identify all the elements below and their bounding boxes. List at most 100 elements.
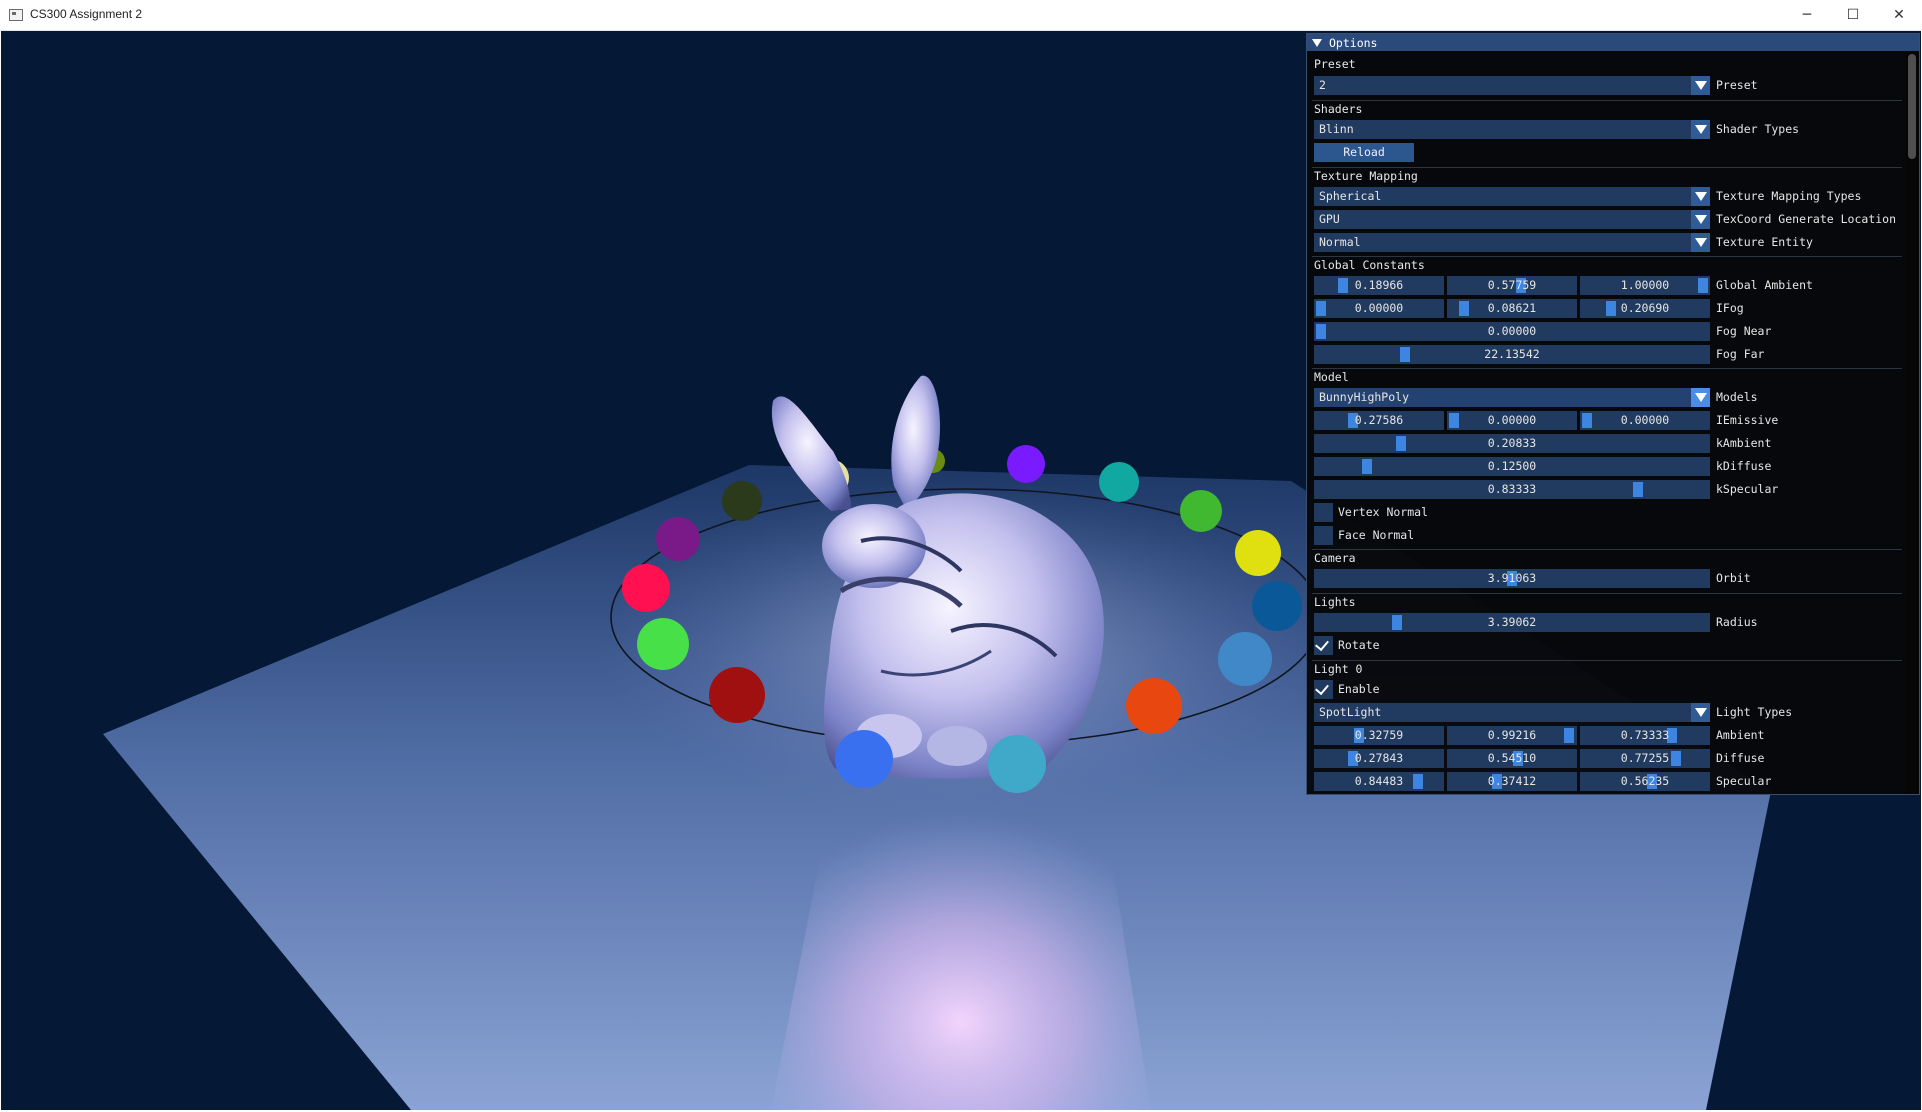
section-model: Model	[1314, 370, 1349, 384]
global-ambient-g-slider[interactable]: 0.57759	[1447, 276, 1577, 295]
enable-checkbox[interactable]	[1314, 680, 1333, 699]
light-diffuse-r-slider[interactable]: 0.27843	[1314, 749, 1444, 768]
chevron-down-icon[interactable]	[1691, 76, 1710, 95]
chevron-down-icon[interactable]	[1691, 388, 1710, 407]
kdiffuse-label: kDiffuse	[1716, 459, 1772, 473]
chevron-down-icon[interactable]	[1691, 187, 1710, 206]
section-light0: Light 0	[1314, 662, 1363, 676]
panel-scrollbar[interactable]	[1905, 51, 1919, 794]
light-diffuse-b-slider[interactable]: 0.77255	[1580, 749, 1710, 768]
iemissive-g-slider[interactable]: 0.00000	[1447, 411, 1577, 430]
light-specular-r-value: 0.84483	[1354, 774, 1404, 788]
ifog-b-slider[interactable]: 0.20690	[1580, 299, 1710, 318]
fog-near-slider[interactable]: 0.00000	[1314, 322, 1710, 341]
collapse-triangle-icon[interactable]	[1312, 38, 1322, 47]
ifog-b-value: 0.20690	[1620, 301, 1670, 315]
chevron-down-icon[interactable]	[1691, 120, 1710, 139]
light-diffuse-b-value: 0.77255	[1620, 751, 1670, 765]
kspecular-slider[interactable]: 0.83333	[1314, 480, 1710, 499]
minimize-button[interactable]: ─	[1784, 0, 1830, 30]
options-header[interactable]: Options	[1307, 34, 1919, 51]
options-panel[interactable]: Options Preset 2 Preset Shaders Blinn Sh…	[1306, 33, 1920, 795]
scrollbar-thumb[interactable]	[1908, 54, 1916, 159]
ifog-g-value: 0.08621	[1487, 301, 1537, 315]
light-diffuse-g-value: 0.54510	[1487, 751, 1537, 765]
texcoord-location-combo[interactable]: GPU	[1314, 210, 1710, 229]
light-sphere-1	[722, 481, 762, 521]
reload-button[interactable]: Reload	[1314, 143, 1414, 162]
kdiffuse-slider[interactable]: 0.12500	[1314, 457, 1710, 476]
light-type-label: Light Types	[1716, 705, 1793, 719]
kambient-value: 0.20833	[1487, 436, 1537, 450]
ifog-g-slider[interactable]: 0.08621	[1447, 299, 1577, 318]
iemissive-r-slider[interactable]: 0.27586	[1314, 411, 1444, 430]
light-diffuse-g-slider[interactable]: 0.54510	[1447, 749, 1577, 768]
shader-combo[interactable]: Blinn	[1314, 120, 1710, 139]
global-ambient-b-slider[interactable]: 1.00000	[1580, 276, 1710, 295]
light-specular-g-value: 0.37412	[1487, 774, 1537, 788]
global-ambient-g-value: 0.57759	[1487, 278, 1537, 292]
preset-combo[interactable]: 2	[1314, 76, 1710, 95]
window-titlebar: CS300 Assignment 2 ─ ☐ ✕	[0, 0, 1922, 31]
radius-slider[interactable]: 3.39062	[1314, 613, 1710, 632]
maximize-button[interactable]: ☐	[1830, 0, 1876, 30]
light-sphere-14	[637, 618, 689, 670]
separator	[1312, 549, 1902, 550]
chevron-down-icon[interactable]	[1691, 233, 1710, 252]
iemissive-b-slider[interactable]: 0.00000	[1580, 411, 1710, 430]
model-value: BunnyHighPoly	[1319, 390, 1410, 404]
light-sphere-9	[1218, 632, 1272, 686]
light-sphere-10	[1126, 678, 1182, 734]
chevron-down-icon[interactable]	[1691, 210, 1710, 229]
light-diffuse-label: Diffuse	[1716, 751, 1765, 765]
ifog-r-slider[interactable]: 0.00000	[1314, 299, 1444, 318]
texture-entity-value: Normal	[1319, 235, 1361, 249]
texture-entity-combo[interactable]: Normal	[1314, 233, 1710, 252]
rotate-checkbox[interactable]	[1314, 636, 1333, 655]
light-ambient-b-slider[interactable]: 0.73333	[1580, 726, 1710, 745]
separator	[1312, 100, 1902, 101]
light-sphere-15	[622, 564, 670, 612]
radius-value: 3.39062	[1487, 615, 1537, 629]
light-specular-b-slider[interactable]: 0.56235	[1580, 772, 1710, 791]
chevron-down-icon[interactable]	[1691, 703, 1710, 722]
options-title: Options	[1329, 35, 1378, 50]
light-ambient-label: Ambient	[1716, 728, 1765, 742]
orbit-label: Orbit	[1716, 571, 1751, 585]
texture-mapping-combo[interactable]: Spherical	[1314, 187, 1710, 206]
texture-entity-label: Texture Entity	[1716, 235, 1813, 249]
texture-mapping-value: Spherical	[1319, 189, 1382, 203]
shader-value: Blinn	[1319, 122, 1354, 136]
kambient-slider[interactable]: 0.20833	[1314, 434, 1710, 453]
kdiffuse-value: 0.12500	[1487, 459, 1537, 473]
fog-near-value: 0.00000	[1487, 324, 1537, 338]
light-type-value: SpotLight	[1319, 705, 1382, 719]
close-button[interactable]: ✕	[1876, 0, 1922, 30]
separator	[1312, 593, 1902, 594]
orbit-slider[interactable]: 3.91063	[1314, 569, 1710, 588]
preset-value: 2	[1319, 78, 1326, 92]
light-ambient-r-slider[interactable]: 0.32759	[1314, 726, 1444, 745]
face-normal-checkbox[interactable]	[1314, 526, 1333, 545]
light-sphere-13	[709, 667, 765, 723]
light-type-combo[interactable]: SpotLight	[1314, 703, 1710, 722]
fog-far-slider[interactable]: 22.13542	[1314, 345, 1710, 364]
texture-mapping-label: Texture Mapping Types	[1716, 189, 1862, 203]
light-ambient-g-slider[interactable]: 0.99216	[1447, 726, 1577, 745]
iemissive-b-value: 0.00000	[1620, 413, 1670, 427]
light-sphere-4	[1007, 445, 1045, 483]
vertex-normal-checkbox[interactable]	[1314, 503, 1333, 522]
section-preset: Preset	[1314, 57, 1356, 71]
section-shaders: Shaders	[1314, 102, 1363, 116]
global-ambient-b-value: 1.00000	[1620, 278, 1670, 292]
separator	[1312, 660, 1902, 661]
ifog-r-value: 0.00000	[1354, 301, 1404, 315]
global-ambient-label: Global Ambient	[1716, 278, 1813, 292]
light-sphere-11	[988, 735, 1046, 793]
model-combo[interactable]: BunnyHighPoly	[1314, 388, 1710, 407]
light-sphere-8	[1252, 581, 1302, 631]
light-specular-r-slider[interactable]: 0.84483	[1314, 772, 1444, 791]
global-ambient-r-slider[interactable]: 0.18966	[1314, 276, 1444, 295]
light-specular-g-slider[interactable]: 0.37412	[1447, 772, 1577, 791]
separator	[1312, 368, 1902, 369]
